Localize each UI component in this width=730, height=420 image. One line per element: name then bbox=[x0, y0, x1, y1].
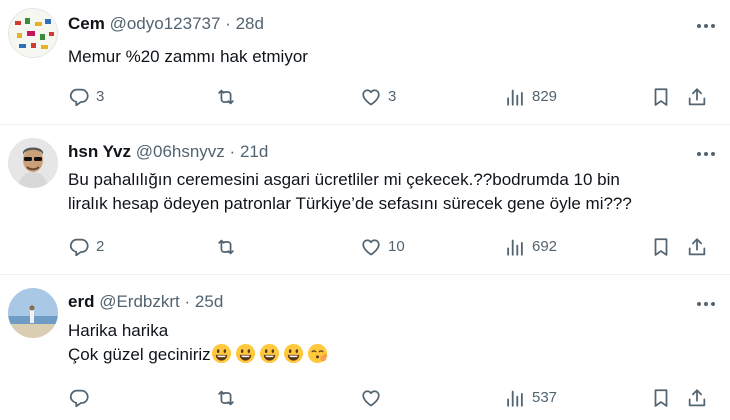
share-button[interactable] bbox=[686, 84, 714, 110]
bookmark-icon bbox=[654, 88, 668, 106]
views-icon bbox=[507, 390, 523, 407]
timestamp[interactable]: 25d bbox=[195, 292, 223, 311]
display-name[interactable]: hsn Yvz bbox=[68, 142, 131, 161]
tweet-text: Harika harika Çok güzel geciniriz bbox=[68, 319, 710, 367]
face-exhaling-icon bbox=[307, 343, 328, 364]
heart-icon bbox=[362, 89, 380, 106]
grinning-face-icon bbox=[259, 343, 280, 364]
action-bar: 537 bbox=[68, 385, 718, 411]
tweet[interactable]: erd @Erdbzkrt · 25d Harika harika Çok gü… bbox=[0, 274, 730, 420]
user-handle[interactable]: @06hsnyvz bbox=[136, 142, 225, 161]
tweet-header: erd @Erdbzkrt · 25d bbox=[68, 292, 223, 312]
retweet-icon bbox=[218, 390, 234, 406]
display-name[interactable]: erd bbox=[68, 292, 94, 311]
grinning-face-icon bbox=[283, 343, 304, 364]
reply-icon bbox=[69, 238, 89, 257]
retweet-icon bbox=[218, 239, 234, 255]
share-icon bbox=[688, 389, 706, 407]
tweet[interactable]: Cem @odyo123737 · 28d Memur %20 zammı ha… bbox=[0, 0, 730, 125]
reply-button[interactable]: 2 bbox=[68, 234, 104, 260]
retweet-button[interactable] bbox=[215, 84, 243, 110]
separator: · bbox=[225, 14, 231, 33]
user-handle[interactable]: @odyo123737 bbox=[110, 14, 221, 33]
timestamp[interactable]: 28d bbox=[236, 14, 264, 33]
bookmark-button[interactable] bbox=[650, 385, 678, 411]
avatar[interactable] bbox=[8, 288, 58, 338]
bookmark-icon bbox=[654, 389, 668, 407]
share-button[interactable] bbox=[686, 385, 714, 411]
heart-icon bbox=[362, 239, 380, 256]
reply-icon bbox=[69, 88, 89, 107]
tweet-header: Cem @odyo123737 · 28d bbox=[68, 14, 264, 34]
tweet-text: Bu pahalılığın ceremesini asgari ücretli… bbox=[68, 168, 710, 216]
reply-count: 3 bbox=[96, 88, 105, 105]
heart-icon bbox=[362, 390, 380, 407]
retweet-icon bbox=[218, 89, 234, 105]
tweet-line: Bu pahalılığın ceremesini asgari ücretli… bbox=[68, 170, 620, 189]
share-icon bbox=[688, 88, 706, 106]
like-button[interactable]: 3 bbox=[360, 84, 396, 110]
view-count: 692 bbox=[532, 238, 558, 255]
action-bar: 2 10 692 bbox=[68, 234, 718, 260]
views-button[interactable]: 537 bbox=[504, 385, 557, 411]
retweet-button[interactable] bbox=[215, 234, 243, 260]
reply-button[interactable] bbox=[68, 385, 96, 411]
tweet-line-with-emojis: Çok güzel geciniriz bbox=[68, 343, 710, 367]
share-button[interactable] bbox=[686, 234, 714, 260]
reply-icon bbox=[69, 389, 89, 408]
avatar[interactable] bbox=[8, 138, 58, 188]
tweet-line: Çok güzel geciniriz bbox=[68, 345, 211, 364]
like-button[interactable]: 10 bbox=[360, 234, 405, 260]
retweet-button[interactable] bbox=[215, 385, 243, 411]
view-count: 537 bbox=[532, 389, 558, 406]
reply-button[interactable]: 3 bbox=[68, 84, 104, 110]
views-button[interactable]: 692 bbox=[504, 234, 557, 260]
bookmark-button[interactable] bbox=[650, 84, 678, 110]
more-icon[interactable] bbox=[694, 16, 718, 36]
view-count: 829 bbox=[532, 88, 558, 105]
tweet-text: Memur %20 zammı hak etmiyor bbox=[68, 45, 710, 69]
user-handle[interactable]: @Erdbzkrt bbox=[99, 292, 180, 311]
tweet-line: liralık hesap ödeyen patronlar Türkiye’d… bbox=[68, 194, 632, 213]
views-icon bbox=[507, 239, 523, 256]
separator: · bbox=[184, 292, 191, 311]
tweet-line: Harika harika bbox=[68, 321, 169, 340]
like-button[interactable] bbox=[360, 385, 388, 411]
bookmark-button[interactable] bbox=[650, 234, 678, 260]
views-icon bbox=[507, 89, 523, 106]
more-icon[interactable] bbox=[694, 144, 718, 164]
separator: · bbox=[229, 142, 236, 161]
like-count: 3 bbox=[388, 88, 397, 105]
tweet-header: hsn Yvz @06hsnyvz · 21d bbox=[68, 142, 268, 162]
action-bar: 3 3 829 bbox=[68, 84, 718, 110]
like-count: 10 bbox=[388, 238, 405, 255]
views-button[interactable]: 829 bbox=[504, 84, 557, 110]
avatar[interactable] bbox=[8, 8, 58, 58]
reply-count: 2 bbox=[96, 238, 105, 255]
bookmark-icon bbox=[654, 238, 668, 256]
timestamp[interactable]: 21d bbox=[240, 142, 268, 161]
tweet[interactable]: hsn Yvz @06hsnyvz · 21d Bu pahalılığın c… bbox=[0, 124, 730, 275]
grinning-face-icon bbox=[211, 343, 232, 364]
more-icon[interactable] bbox=[694, 294, 718, 314]
tweet-line: Memur %20 zammı hak etmiyor bbox=[68, 47, 308, 66]
display-name[interactable]: Cem bbox=[68, 14, 105, 33]
share-icon bbox=[688, 238, 706, 256]
grinning-face-icon bbox=[235, 343, 256, 364]
